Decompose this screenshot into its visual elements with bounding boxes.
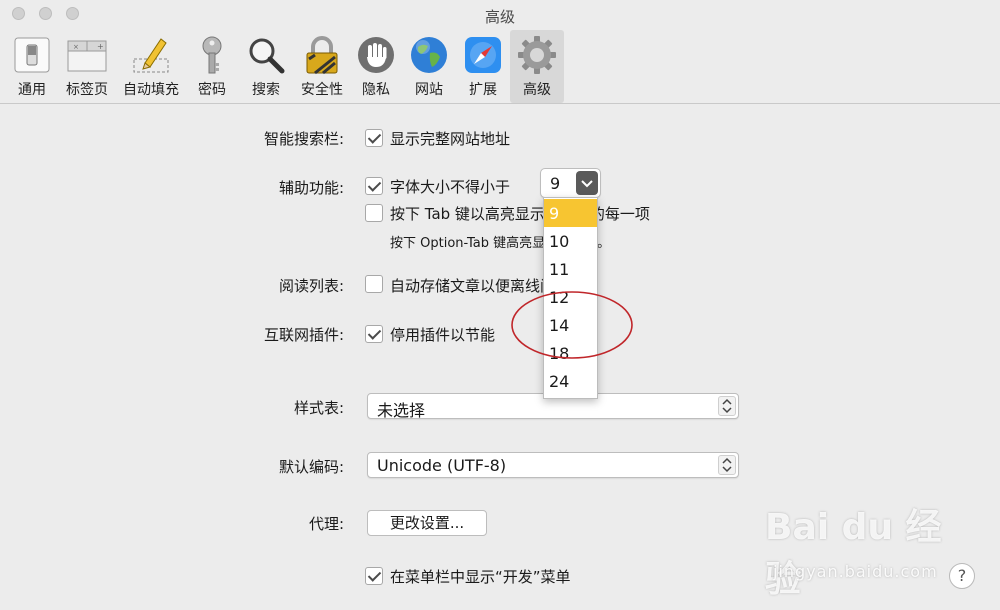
key-icon <box>202 36 222 74</box>
menu-item-11[interactable]: 11 <box>544 255 597 283</box>
svg-text:+: + <box>97 42 104 51</box>
accessibility-label: 辅助功能: <box>278 179 344 197</box>
menu-item-9[interactable]: 9 <box>544 199 597 227</box>
stylesheet-value: 未选择 <box>377 401 426 420</box>
chevron-down-icon <box>581 180 593 188</box>
tab-websites[interactable]: 网站 <box>406 30 452 103</box>
tab-tabs[interactable]: × + 标签页 <box>62 30 112 103</box>
proxy-label: 代理: <box>308 515 344 533</box>
develop-menu-option-text: 在菜单栏中显示“开发”菜单 <box>390 568 571 586</box>
plugins-option-text: 停用插件以节能 <box>390 326 496 344</box>
tab-advanced[interactable]: 高级 <box>510 30 564 103</box>
watermark-url-text: jingyan.baidu.com <box>773 562 938 581</box>
watermark-main-text: Bai du 经验 <box>765 507 942 600</box>
title-bar: 高级 <box>0 0 1000 30</box>
plugins-checkbox[interactable] <box>365 325 383 343</box>
tab-search[interactable]: 搜索 <box>242 30 290 103</box>
tab-extensions[interactable]: 扩展 <box>458 30 508 103</box>
smart-search-checkbox[interactable] <box>365 129 383 147</box>
tab-general[interactable]: 通用 <box>8 30 56 103</box>
baidu-jingyan-watermark: Bai du 经验 jingyan.baidu.com <box>765 498 955 600</box>
font-size-popup[interactable]: 9 <box>540 168 601 198</box>
encoding-stepper[interactable] <box>718 455 736 475</box>
compass-icon <box>465 37 501 73</box>
hand-icon <box>358 37 394 73</box>
develop-menu-checkbox[interactable] <box>365 567 383 585</box>
help-button[interactable]: ? <box>949 563 975 589</box>
magnifier-icon <box>249 38 285 74</box>
tab-security[interactable]: 安全性 <box>296 30 348 103</box>
up-down-arrows-icon <box>722 398 732 414</box>
menu-item-10[interactable]: 10 <box>544 227 597 255</box>
tabs-icon: × + <box>67 40 107 72</box>
stylesheet-stepper[interactable] <box>718 396 736 416</box>
globe-icon <box>411 37 447 73</box>
stylesheet-label: 样式表: <box>293 399 344 417</box>
padlock-icon <box>306 36 338 75</box>
tab-highlight-checkbox[interactable] <box>365 204 383 222</box>
tab-passwords[interactable]: 密码 <box>190 30 234 103</box>
font-size-checkbox[interactable] <box>365 177 383 195</box>
up-down-arrows-icon <box>722 457 732 473</box>
encoding-popup[interactable]: Unicode (UTF-8) <box>367 452 739 478</box>
menu-item-24[interactable]: 24 <box>544 367 597 395</box>
gear-icon <box>518 36 556 74</box>
preferences-toolbar: 通用 × + 标签页 自动填充 密码 搜索 安全性 隐私 网站 扩展 高级 <box>0 30 1000 104</box>
window-title: 高级 <box>484 8 515 26</box>
tab-privacy[interactable]: 隐私 <box>354 30 398 103</box>
encoding-label: 默认编码: <box>278 458 344 476</box>
reading-list-checkbox[interactable] <box>365 275 383 293</box>
tab-autofill[interactable]: 自动填充 <box>118 30 184 103</box>
encoding-value: Unicode (UTF-8) <box>377 456 507 475</box>
font-size-option-text: 字体大小不得小于 <box>390 178 511 196</box>
smart-search-label: 智能搜索栏: <box>263 130 344 148</box>
autofill-pencil-icon <box>133 38 169 73</box>
change-proxy-settings-button[interactable]: 更改设置... <box>367 510 487 536</box>
svg-text:×: × <box>73 43 79 51</box>
popup-arrow-button[interactable] <box>576 171 598 195</box>
general-switch-icon <box>14 37 50 73</box>
reading-list-label: 阅读列表: <box>278 277 344 295</box>
plugins-label: 互联网插件: <box>263 326 344 344</box>
tab-highlight-option-text: 按下 Tab 键以高亮显示网页上的每一项 <box>390 205 650 223</box>
font-size-value: 9 <box>550 174 561 193</box>
smart-search-option-text: 显示完整网站地址 <box>390 130 511 148</box>
annotation-ellipse <box>511 291 633 359</box>
